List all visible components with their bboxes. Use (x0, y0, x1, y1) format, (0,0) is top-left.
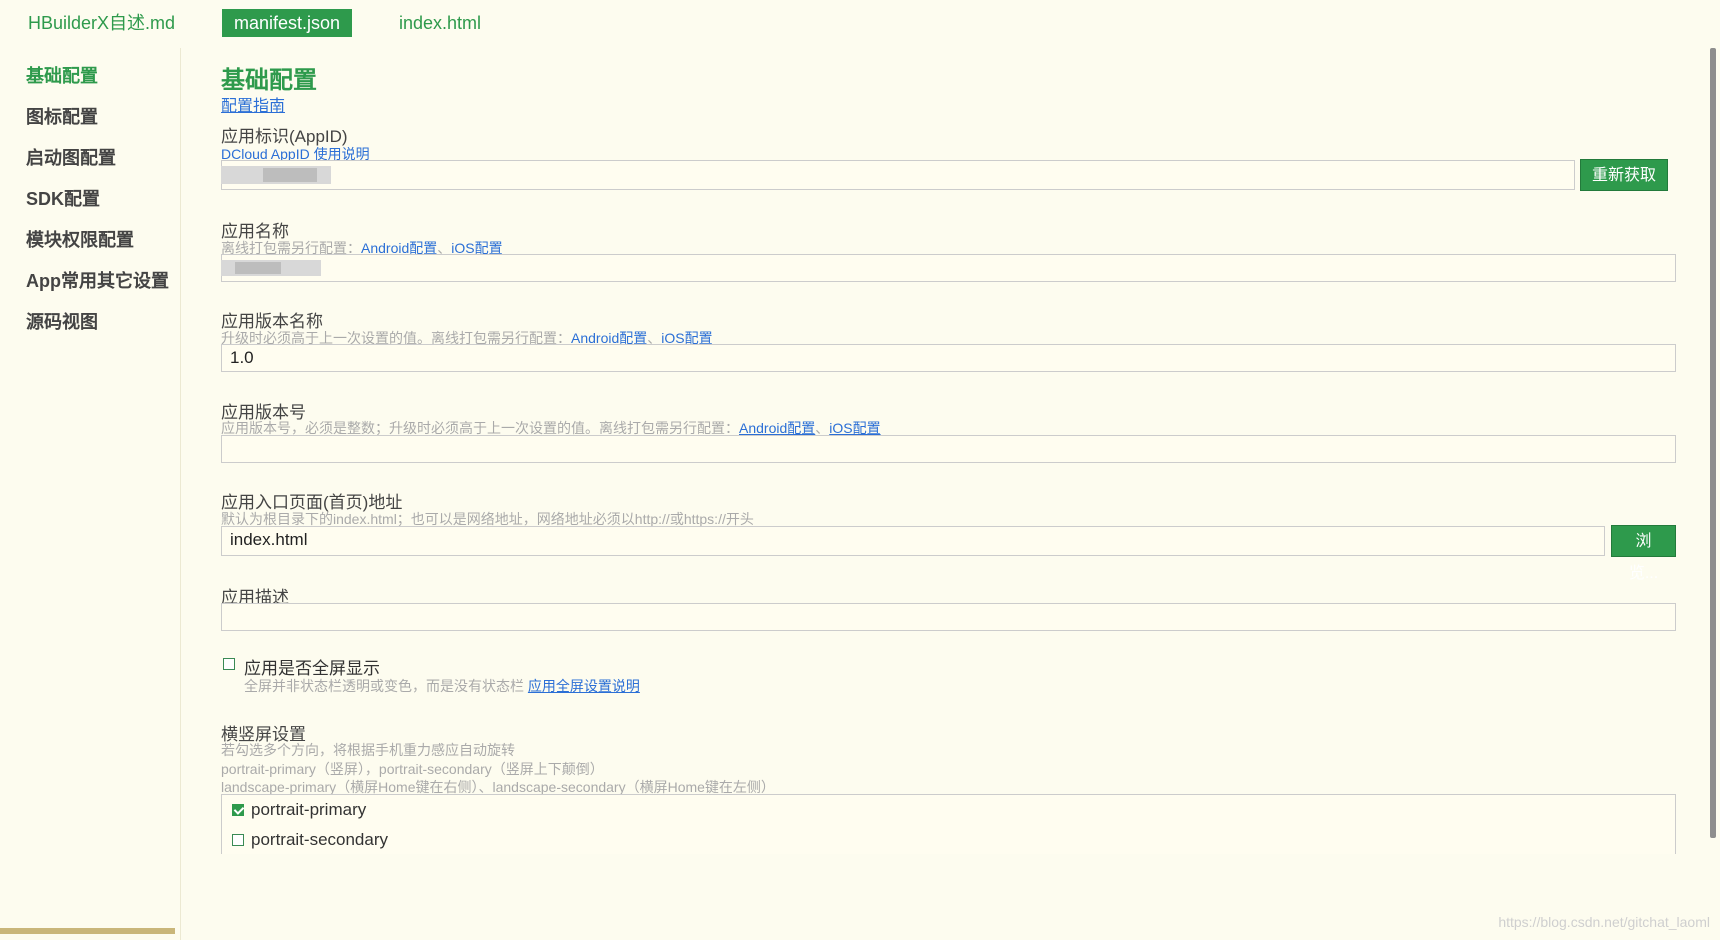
app-name-input[interactable] (221, 254, 1676, 282)
entry-page-input[interactable]: index.html (221, 526, 1605, 556)
config-guide-link[interactable]: 配置指南 (221, 92, 285, 116)
sidebar-item-icon-config[interactable]: 图标配置 (26, 103, 98, 129)
sidebar: 基础配置 图标配置 启动图配置 SDK配置 模块权限配置 App常用其它设置 源… (0, 48, 181, 940)
sidebar-item-source-view[interactable]: 源码视图 (26, 308, 98, 334)
fullscreen-doc-link[interactable]: 应用全屏设置说明 (528, 678, 640, 694)
refresh-appid-button[interactable]: 重新获取 (1580, 159, 1668, 191)
vertical-scrollbar[interactable] (1710, 48, 1716, 838)
orientation-options-box: portrait-primary portrait-secondary (221, 794, 1676, 854)
page-title: 基础配置 (221, 67, 317, 94)
redacted-app-name-core (235, 262, 281, 274)
version-code-hint-text: 应用版本号，必须是整数；升级时必须高于上一次设置的值。离线打包需另行配置： (221, 420, 739, 436)
sidebar-item-app-other-settings[interactable]: App常用其它设置 (26, 267, 169, 293)
sidebar-item-module-permissions[interactable]: 模块权限配置 (26, 226, 134, 252)
tab-bar: HBuilderX自述.md manifest.json index.html (0, 0, 1720, 44)
description-input[interactable] (221, 603, 1676, 631)
tab-readme[interactable]: HBuilderX自述.md (28, 9, 175, 37)
fullscreen-hint: 全屏并非状态栏透明或变色，而是没有状态栏 应用全屏设置说明 (244, 676, 640, 696)
fullscreen-hint-text: 全屏并非状态栏透明或变色，而是没有状态栏 (244, 678, 528, 694)
version-code-ios-link[interactable]: iOS配置 (829, 420, 880, 436)
orientation-hint-line-1: 若勾选多个方向，将根据手机重力感应自动旋转 (221, 742, 515, 758)
sidebar-scroll-indicator (0, 928, 175, 934)
tab-index-html[interactable]: index.html (399, 9, 481, 37)
redacted-appid-core (263, 168, 317, 182)
sidebar-item-basic-config[interactable]: 基础配置 (26, 62, 98, 88)
version-name-input[interactable]: 1.0 (221, 344, 1676, 372)
appid-input[interactable] (221, 160, 1575, 190)
main-panel: 基础配置 配置指南 应用标识(AppID) DCloud AppID 使用说明 … (221, 48, 1676, 940)
version-code-input[interactable] (221, 435, 1676, 463)
portrait-secondary-checkbox[interactable] (232, 834, 244, 846)
sidebar-item-splash-config[interactable]: 启动图配置 (26, 144, 116, 170)
watermark: https://blog.csdn.net/gitchat_laoml (1498, 914, 1710, 930)
browse-button[interactable]: 浏览... (1611, 525, 1676, 582)
sidebar-item-sdk-config[interactable]: SDK配置 (26, 185, 100, 211)
fullscreen-checkbox[interactable] (223, 658, 235, 670)
version-code-separator: 、 (815, 420, 830, 436)
portrait-primary-label[interactable]: portrait-primary (251, 800, 366, 820)
portrait-secondary-label[interactable]: portrait-secondary (251, 830, 388, 850)
version-code-android-link[interactable]: Android配置 (739, 420, 815, 436)
portrait-primary-checkbox[interactable] (232, 804, 244, 816)
orientation-hint-line-2: portrait-primary（竖屏），portrait-secondary（… (221, 761, 604, 777)
tab-manifest-json[interactable]: manifest.json (222, 9, 353, 37)
